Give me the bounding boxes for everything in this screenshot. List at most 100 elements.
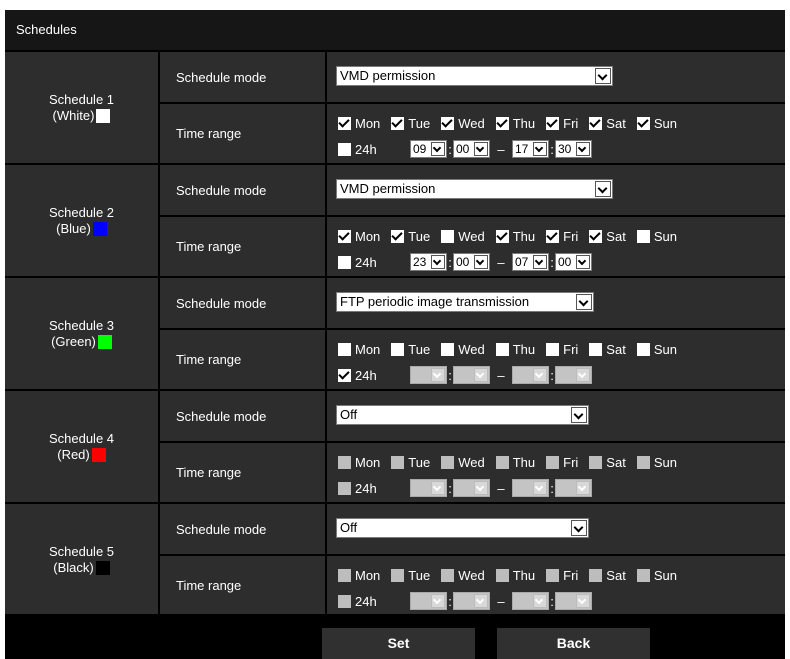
checkbox[interactable]: [636, 116, 650, 130]
checkbox[interactable]: [495, 342, 509, 356]
checkbox[interactable]: [589, 229, 603, 243]
day-option-sun[interactable]: Sun: [636, 229, 677, 244]
day-option-mon[interactable]: Mon: [338, 342, 380, 357]
all-day-option[interactable]: 24h: [338, 368, 410, 383]
day-option-tue[interactable]: Tue: [391, 116, 430, 131]
checkbox[interactable]: [441, 342, 455, 356]
day-option-sat[interactable]: Sat: [589, 116, 626, 131]
all-day-label: 24h: [355, 480, 377, 496]
chevron-down-icon[interactable]: [576, 142, 590, 156]
day-option-fri[interactable]: Fri: [546, 229, 578, 244]
day-option-tue[interactable]: Tue: [391, 229, 430, 244]
chevron-down-icon[interactable]: [571, 407, 587, 423]
chevron-down-icon[interactable]: [576, 255, 590, 269]
start-hour-select[interactable]: 09: [410, 140, 447, 158]
day-label: Wed: [458, 228, 485, 244]
checkbox[interactable]: [546, 116, 560, 130]
day-option-wed[interactable]: Wed: [441, 116, 485, 131]
day-option-sun[interactable]: Sun: [636, 342, 677, 357]
chevron-down-icon[interactable]: [533, 255, 547, 269]
chevron-down-icon: [576, 481, 590, 495]
day-option-mon[interactable]: Mon: [338, 116, 380, 131]
checkbox[interactable]: [441, 116, 455, 130]
checkbox[interactable]: [495, 229, 509, 243]
schedule-mode-select[interactable]: Off: [336, 518, 589, 538]
all-day-option[interactable]: 24h: [338, 142, 410, 157]
end-minute-select[interactable]: 30: [555, 140, 592, 158]
chevron-down-icon[interactable]: [595, 181, 611, 197]
end-hour-select[interactable]: 17: [512, 140, 549, 158]
day-option-tue: Tue: [391, 568, 430, 583]
day-label: Mon: [355, 341, 381, 357]
schedule-mode-select[interactable]: VMD permission: [336, 179, 613, 199]
chevron-down-icon[interactable]: [571, 520, 587, 536]
day-option-sun[interactable]: Sun: [636, 116, 677, 131]
checkbox[interactable]: [338, 342, 351, 356]
checkbox[interactable]: [636, 229, 650, 243]
time-range-cell: Mon Tue Wed Thu Fri Sat Sun 24h 23:00–07:00: [327, 217, 785, 276]
day-option-thu[interactable]: Thu: [495, 229, 535, 244]
checkbox[interactable]: [338, 368, 351, 382]
color-swatch: [97, 334, 112, 349]
chevron-down-icon: [474, 481, 488, 495]
day-option-wed[interactable]: Wed: [441, 229, 485, 244]
day-option-sat[interactable]: Sat: [589, 342, 626, 357]
all-day-label: 24h: [355, 367, 377, 383]
checkbox[interactable]: [546, 229, 560, 243]
chevron-down-icon[interactable]: [474, 142, 488, 156]
schedule-mode-value: VMD permission: [340, 181, 436, 196]
chevron-down-icon[interactable]: [595, 68, 611, 84]
checkbox[interactable]: [338, 116, 351, 130]
chevron-down-icon[interactable]: [431, 142, 445, 156]
day-option-mon[interactable]: Mon: [338, 229, 380, 244]
back-button[interactable]: Back: [497, 628, 650, 659]
checkbox[interactable]: [338, 229, 351, 243]
day-option-sat[interactable]: Sat: [589, 229, 626, 244]
day-option-fri[interactable]: Fri: [546, 116, 578, 131]
checkbox[interactable]: [589, 116, 603, 130]
checkbox: [589, 455, 603, 469]
checkbox[interactable]: [636, 342, 650, 356]
schedule-name-cell: Schedule 1 (White): [5, 52, 158, 163]
chevron-down-icon[interactable]: [533, 142, 547, 156]
chevron-down-icon[interactable]: [576, 294, 592, 310]
checkbox: [495, 568, 509, 582]
color-swatch: [91, 447, 106, 462]
schedule-mode-select[interactable]: VMD permission: [336, 66, 613, 86]
start-minute-select[interactable]: 00: [453, 140, 490, 158]
checkbox[interactable]: [441, 229, 455, 243]
start-hour-select[interactable]: 23: [410, 253, 447, 271]
checkbox[interactable]: [391, 229, 405, 243]
day-option-thu[interactable]: Thu: [495, 342, 535, 357]
checkbox[interactable]: [495, 116, 509, 130]
day-option-tue: Tue: [391, 455, 430, 470]
start-minute-select[interactable]: 00: [453, 253, 490, 271]
schedule-name: Schedule 4: [48, 430, 115, 446]
end-minute-select[interactable]: 00: [555, 253, 592, 271]
day-label: Sun: [653, 567, 677, 583]
chevron-down-icon[interactable]: [431, 255, 445, 269]
schedule-mode-select[interactable]: FTP periodic image transmission: [336, 292, 594, 312]
day-option-fri: Fri: [546, 568, 578, 583]
day-option-tue[interactable]: Tue: [391, 342, 430, 357]
checkbox[interactable]: [589, 342, 603, 356]
day-label: Wed: [458, 454, 485, 470]
chevron-down-icon[interactable]: [474, 255, 488, 269]
end-hour-select[interactable]: 07: [512, 253, 549, 271]
day-label: Tue: [408, 115, 431, 131]
schedule-4: Schedule 4 (Red) Schedule mode Off Time rang…: [5, 391, 785, 502]
schedule-mode-cell: FTP periodic image transmission: [327, 278, 785, 328]
day-option-fri[interactable]: Fri: [546, 342, 578, 357]
time-value: 00: [456, 368, 470, 382]
set-button[interactable]: Set: [322, 628, 475, 659]
checkbox[interactable]: [338, 142, 351, 156]
day-option-thu[interactable]: Thu: [495, 116, 535, 131]
schedule-mode-select[interactable]: Off: [336, 405, 589, 425]
checkbox[interactable]: [338, 255, 351, 269]
checkbox[interactable]: [391, 342, 405, 356]
all-day-option[interactable]: 24h: [338, 255, 410, 270]
day-option-wed[interactable]: Wed: [441, 342, 485, 357]
checkbox[interactable]: [546, 342, 560, 356]
checkbox[interactable]: [391, 116, 405, 130]
day-checkboxes: Mon Tue Wed Thu Fri Sat Sun: [338, 453, 688, 471]
